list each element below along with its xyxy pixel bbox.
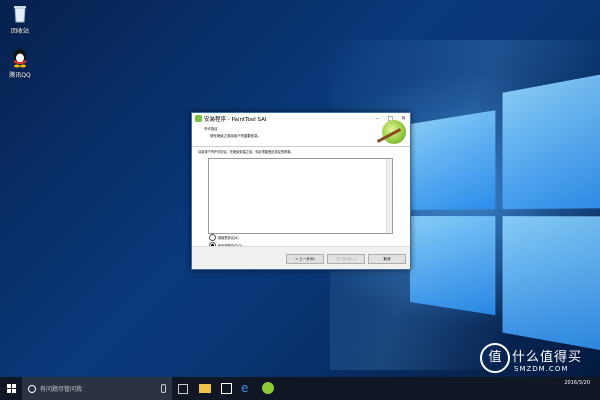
microphone-icon[interactable] bbox=[161, 384, 166, 393]
dialog-header: 许可协议 请在继续之前阅读下列重要信息。 bbox=[192, 120, 410, 147]
paint-tool-sai-icon[interactable] bbox=[262, 382, 274, 394]
license-scrollbar[interactable] bbox=[386, 159, 392, 233]
watermark-mark: 值 bbox=[480, 343, 510, 373]
logo-pane-br bbox=[502, 216, 600, 356]
search-box[interactable]: 有问题尽管问我 bbox=[22, 377, 172, 400]
radio-accept[interactable] bbox=[209, 234, 216, 241]
license-textbox[interactable] bbox=[208, 158, 393, 234]
app-icon bbox=[195, 115, 202, 122]
logo-pane-tl bbox=[410, 110, 496, 210]
header-title: 许可协议 bbox=[204, 127, 218, 131]
start-button[interactable] bbox=[0, 377, 22, 400]
windows-icon bbox=[6, 384, 16, 393]
cancel-button[interactable]: 取消 bbox=[368, 254, 406, 264]
clock-date: 2016/3/20 bbox=[564, 380, 590, 386]
radio-accept-label: 我接受协议(A) bbox=[218, 236, 239, 240]
logo-pane-tr bbox=[502, 68, 600, 210]
edge-icon[interactable]: e bbox=[241, 382, 253, 394]
search-placeholder: 有问题尽管问我 bbox=[40, 386, 83, 393]
header-subtitle: 请在继续之前阅读下列重要信息。 bbox=[210, 134, 261, 138]
lime-logo-icon bbox=[382, 120, 406, 144]
clock[interactable]: 2016/3/20 bbox=[564, 380, 590, 387]
intro-text: 请阅读下列许可协议。在继续安装之前，你必须接受此协议的条款。 bbox=[198, 150, 294, 154]
cortana-icon bbox=[28, 384, 36, 393]
watermark-sub: SMZDM.COM bbox=[514, 365, 569, 373]
recycle-bin-icon bbox=[9, 2, 31, 24]
installer-dialog: 安装程序 - PaintTool SAI – □ ✕ 许可协议 请在继续之前阅读… bbox=[191, 112, 411, 270]
desktop-icon-label: 腾讯QQ bbox=[9, 72, 31, 79]
next-button[interactable]: 下一步(N) > bbox=[327, 254, 365, 264]
back-button[interactable]: < 上一步(B) bbox=[286, 254, 324, 264]
watermark-text: 什么值得买 bbox=[512, 350, 583, 365]
windows-logo bbox=[410, 68, 600, 361]
dialog-title: 安装程序 - PaintTool SAI bbox=[204, 116, 267, 123]
radio-accept-row[interactable]: 我接受协议(A) bbox=[209, 234, 239, 241]
task-view-icon[interactable] bbox=[178, 384, 188, 394]
file-explorer-icon[interactable] bbox=[199, 384, 211, 393]
store-icon[interactable] bbox=[221, 383, 232, 394]
dialog-titlebar[interactable]: 安装程序 - PaintTool SAI – □ ✕ bbox=[192, 113, 410, 124]
minimize-icon[interactable]: – bbox=[371, 113, 384, 124]
dialog-footer: < 上一步(B) 下一步(N) > 取消 bbox=[192, 246, 410, 269]
qq-icon bbox=[9, 46, 31, 68]
watermark: 值 什么值得买 SMZDM.COM bbox=[480, 343, 600, 377]
desktop-icon-qq[interactable]: 腾讯QQ bbox=[0, 46, 40, 79]
desktop-icon-label: 回收站 bbox=[10, 28, 29, 35]
taskbar: 有问题尽管问我 e 2016/3/20 bbox=[0, 377, 600, 400]
desktop-icon-recycle-bin[interactable]: 回收站 bbox=[0, 2, 40, 35]
logo-pane-bl bbox=[410, 216, 496, 316]
